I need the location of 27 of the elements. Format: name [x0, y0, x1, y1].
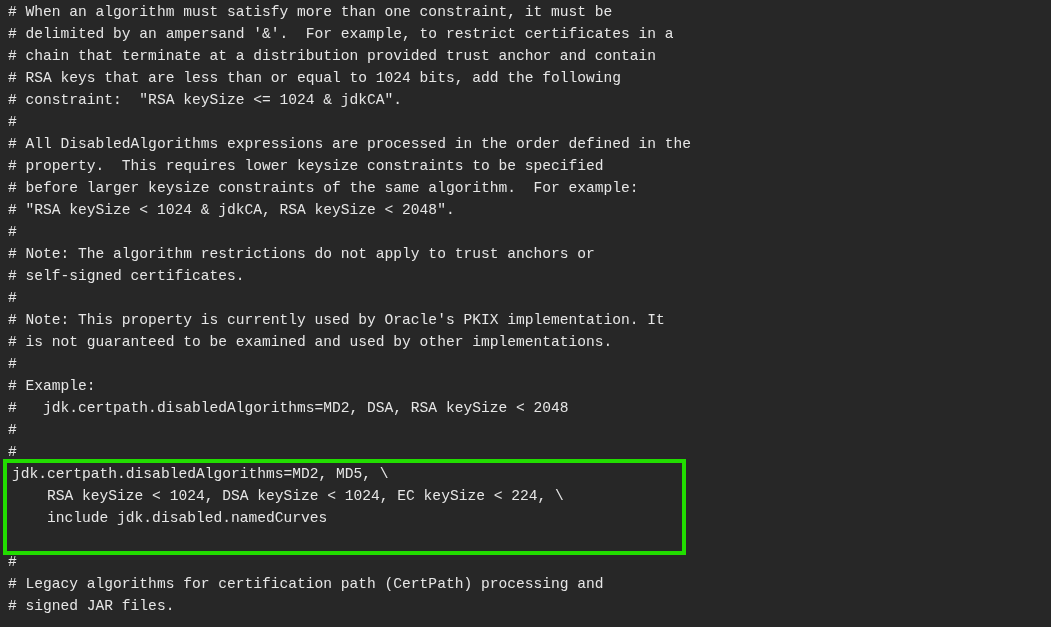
code-line: # — [8, 443, 18, 462]
code-line: jdk.certpath.disabledAlgorithms=MD2, MD5, \ — [12, 465, 390, 484]
code-line: RSA keySize < 1024, DSA keySize < 1024, EC keySize < 224, \ — [46, 487, 565, 506]
code-line: # chain that terminate at a distribution provided trust anchor and contain — [8, 47, 658, 66]
code-line: # property. This requires lower keysize constraints to be specified — [8, 157, 605, 176]
code-line: # Note: The algorithm restrictions do not apply to trust anchors or — [8, 245, 596, 264]
code-line: # is not guaranteed to be examined and used by other implementations. — [8, 333, 614, 352]
code-line: # self-signed certificates. — [8, 267, 246, 286]
code-line: # before larger keysize constraints of the same algorithm. For example: — [8, 179, 640, 198]
code-line: # — [8, 113, 18, 132]
code-line: # Example: — [8, 377, 97, 396]
code-line: # — [8, 553, 18, 572]
code-line: include jdk.disabled.namedCurves — [46, 509, 329, 528]
code-line: # signed JAR files. — [8, 597, 176, 616]
code-line: # Note: This property is currently used by Oracle's PKIX implementation. It — [8, 311, 666, 330]
code-line: # constraint: "RSA keySize <= 1024 & jdkCA". — [8, 91, 404, 110]
code-line: # When an algorithm must satisfy more than one constraint, it must be — [8, 3, 614, 22]
code-line: # "RSA keySize < 1024 & jdkCA, RSA keySize < 2048". — [8, 201, 456, 220]
code-line: # jdk.certpath.disabledAlgorithms=MD2, DSA, RSA keySize < 2048 — [8, 399, 570, 418]
code-line: # — [8, 421, 18, 440]
code-line: # delimited by an ampersand '&'. For example, to restrict certificates in a — [8, 25, 675, 44]
code-line: # All DisabledAlgorithms expressions are processed in the order defined in the — [8, 135, 693, 154]
code-line: # — [8, 223, 18, 242]
code-line: # RSA keys that are less than or equal to 1024 bits, add the following — [8, 69, 623, 88]
code-line: # Legacy algorithms for certification path (CertPath) processing and — [8, 575, 605, 594]
code-line: # — [8, 289, 18, 308]
code-line: # — [8, 355, 18, 374]
